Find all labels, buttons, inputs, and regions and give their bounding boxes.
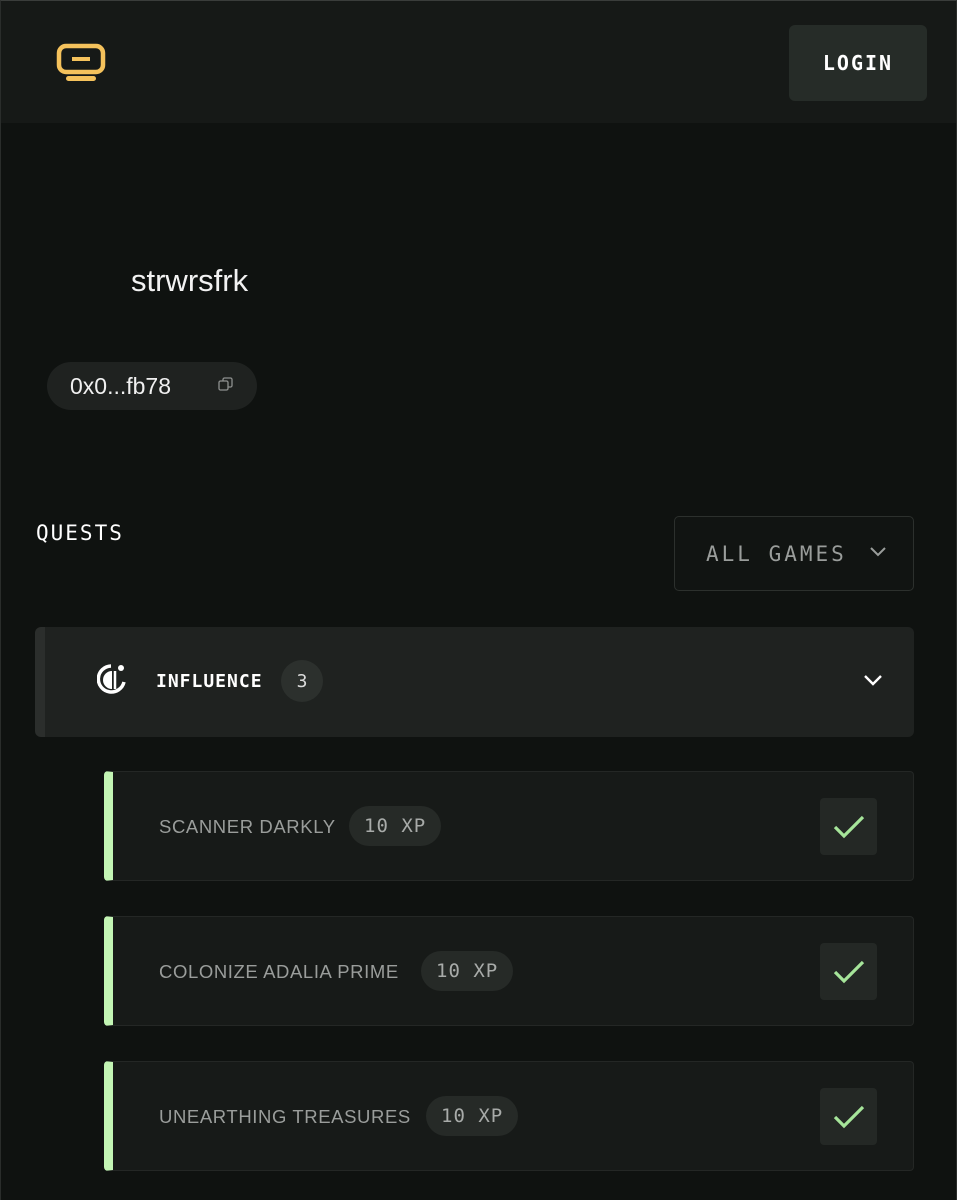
top-header: LOGIN [1,1,956,123]
game-group-influence[interactable]: INFLUENCE 3 [35,627,914,737]
login-button[interactable]: LOGIN [789,25,927,101]
check-icon [833,960,864,983]
quest-item[interactable]: SCANNER DARKLY 10 XP [104,771,914,881]
wallet-address: 0x0...fb78 [70,372,172,399]
quest-count-badge: 3 [281,660,323,702]
chevron-down-icon[interactable] [863,674,883,687]
xp-badge: 10 XP [426,1096,519,1136]
xp-badge: 10 XP [349,806,442,846]
quest-complete-checkbox[interactable] [820,798,877,855]
game-filter-dropdown[interactable]: ALL GAMES [674,516,914,591]
quest-complete-checkbox[interactable] [820,943,877,1000]
quest-name: UNEARTHING TREASURES [159,1106,411,1127]
quests-heading: QUESTS [36,521,124,545]
app-frame: LOGIN strwrsfrk 0x0...fb78 QUESTS ALL GA… [0,0,957,1200]
xp-badge: 10 XP [421,951,514,991]
check-icon [833,815,864,838]
quest-name: SCANNER DARKLY [159,816,336,837]
game-filter-value: ALL GAMES [706,541,847,566]
monitor-logo-icon[interactable] [56,43,106,83]
quest-item[interactable]: COLONIZE ADALIA PRIME 10 XP [104,916,914,1026]
copy-icon[interactable] [218,377,233,392]
influence-logo-icon [97,664,126,694]
chevron-down-icon [870,547,886,557]
profile-username: strwrsfrk [131,263,249,298]
game-group-name: INFLUENCE [156,671,263,692]
check-icon [833,1105,864,1128]
quest-item[interactable]: UNEARTHING TREASURES 10 XP [104,1061,914,1171]
quest-complete-checkbox[interactable] [820,1088,877,1145]
quest-name: COLONIZE ADALIA PRIME [159,961,399,982]
